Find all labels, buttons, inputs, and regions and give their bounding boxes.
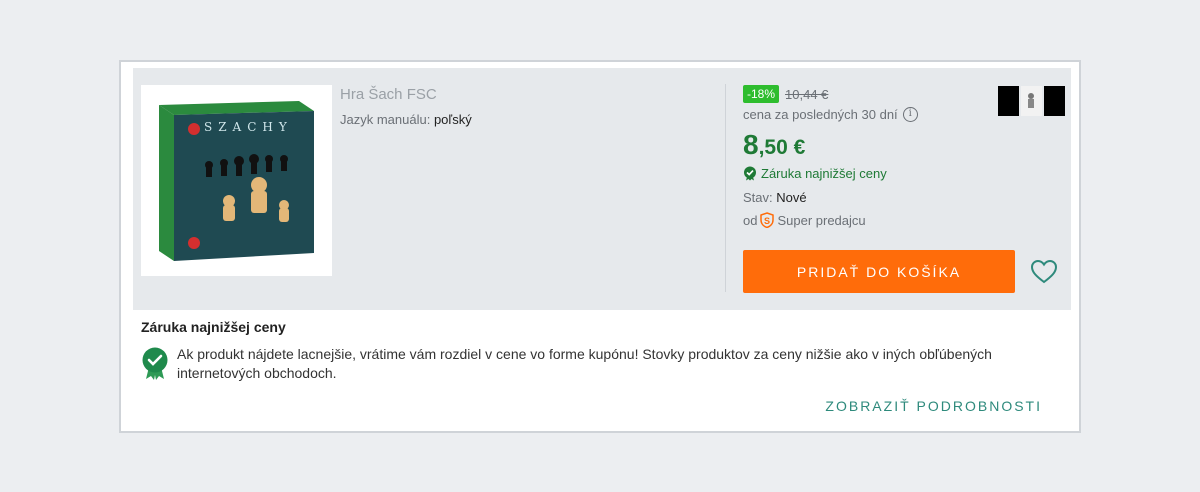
product-summary: SZACHY Hra Šach FSC Jazyk manuálu: poľsk… <box>133 68 1071 310</box>
guarantee-badge-icon <box>142 347 168 380</box>
old-price: 10,44 € <box>785 86 829 102</box>
chess-box-image: SZACHY <box>159 101 314 261</box>
show-details-link[interactable]: ZOBRAZIŤ PODROBNOSTI <box>825 398 1042 414</box>
condition: Stav: Nové <box>743 190 1018 205</box>
variant-swatch[interactable] <box>1021 86 1042 116</box>
condition-label: Stav: <box>743 190 773 205</box>
seller-prefix: od <box>743 212 758 228</box>
price-column: -18% 10,44 € cena za posledných 30 dní i… <box>743 84 1018 228</box>
manual-language-label: Jazyk manuálu: <box>340 112 431 127</box>
product-card: SZACHY Hra Šach FSC Jazyk manuálu: poľsk… <box>119 60 1081 433</box>
guarantee-section-title: Záruka najnižšej ceny <box>141 319 286 335</box>
seller-s-icon: S <box>760 212 775 228</box>
seller-name[interactable]: Super predajcu <box>777 213 865 228</box>
svg-text:S: S <box>764 216 770 226</box>
manual-language-value: poľský <box>433 112 472 127</box>
product-title[interactable]: Hra Šach FSC <box>340 86 437 103</box>
condition-value: Nové <box>776 190 807 205</box>
lowest-price-guarantee[interactable]: Záruka najnižšej ceny <box>743 166 1018 181</box>
discount-badge: -18% <box>743 85 780 103</box>
info-icon[interactable]: i <box>902 107 918 122</box>
current-price: 8,50 € <box>743 129 1018 161</box>
guarantee-section: Záruka najnižšej ceny Ak produkt nájdete… <box>141 319 1061 383</box>
guarantee-section-body: Ak produkt nájdete lacnejšie, vrátime vá… <box>141 345 1061 383</box>
swatch-image-icon <box>1028 93 1034 108</box>
variant-swatch[interactable] <box>998 86 1019 116</box>
check-badge-icon <box>744 166 756 181</box>
box-title-text: SZACHY <box>204 120 293 134</box>
variant-swatch[interactable] <box>1044 86 1065 116</box>
product-image[interactable]: SZACHY <box>141 85 332 276</box>
guarantee-text: Záruka najnižšej ceny <box>761 166 887 181</box>
heart-icon[interactable] <box>1030 258 1058 286</box>
add-to-cart-button[interactable]: PRIDAŤ DO KOŠÍKA <box>743 250 1015 293</box>
price-main: 8 <box>743 129 759 160</box>
last-30-days-text: cena za posledných 30 dní <box>743 107 898 122</box>
discount-row: -18% 10,44 € <box>743 84 1018 104</box>
seller-info: od S Super predajcu <box>743 212 1018 228</box>
variant-swatches <box>998 86 1065 116</box>
price-decimal: ,50 € <box>758 136 806 159</box>
last-30-days-note: cena za posledných 30 dní i <box>743 107 1018 122</box>
column-divider <box>725 84 726 292</box>
guarantee-section-text: Ak produkt nájdete lacnejšie, vrátime vá… <box>177 346 992 381</box>
manual-language: Jazyk manuálu: poľský <box>340 112 472 127</box>
